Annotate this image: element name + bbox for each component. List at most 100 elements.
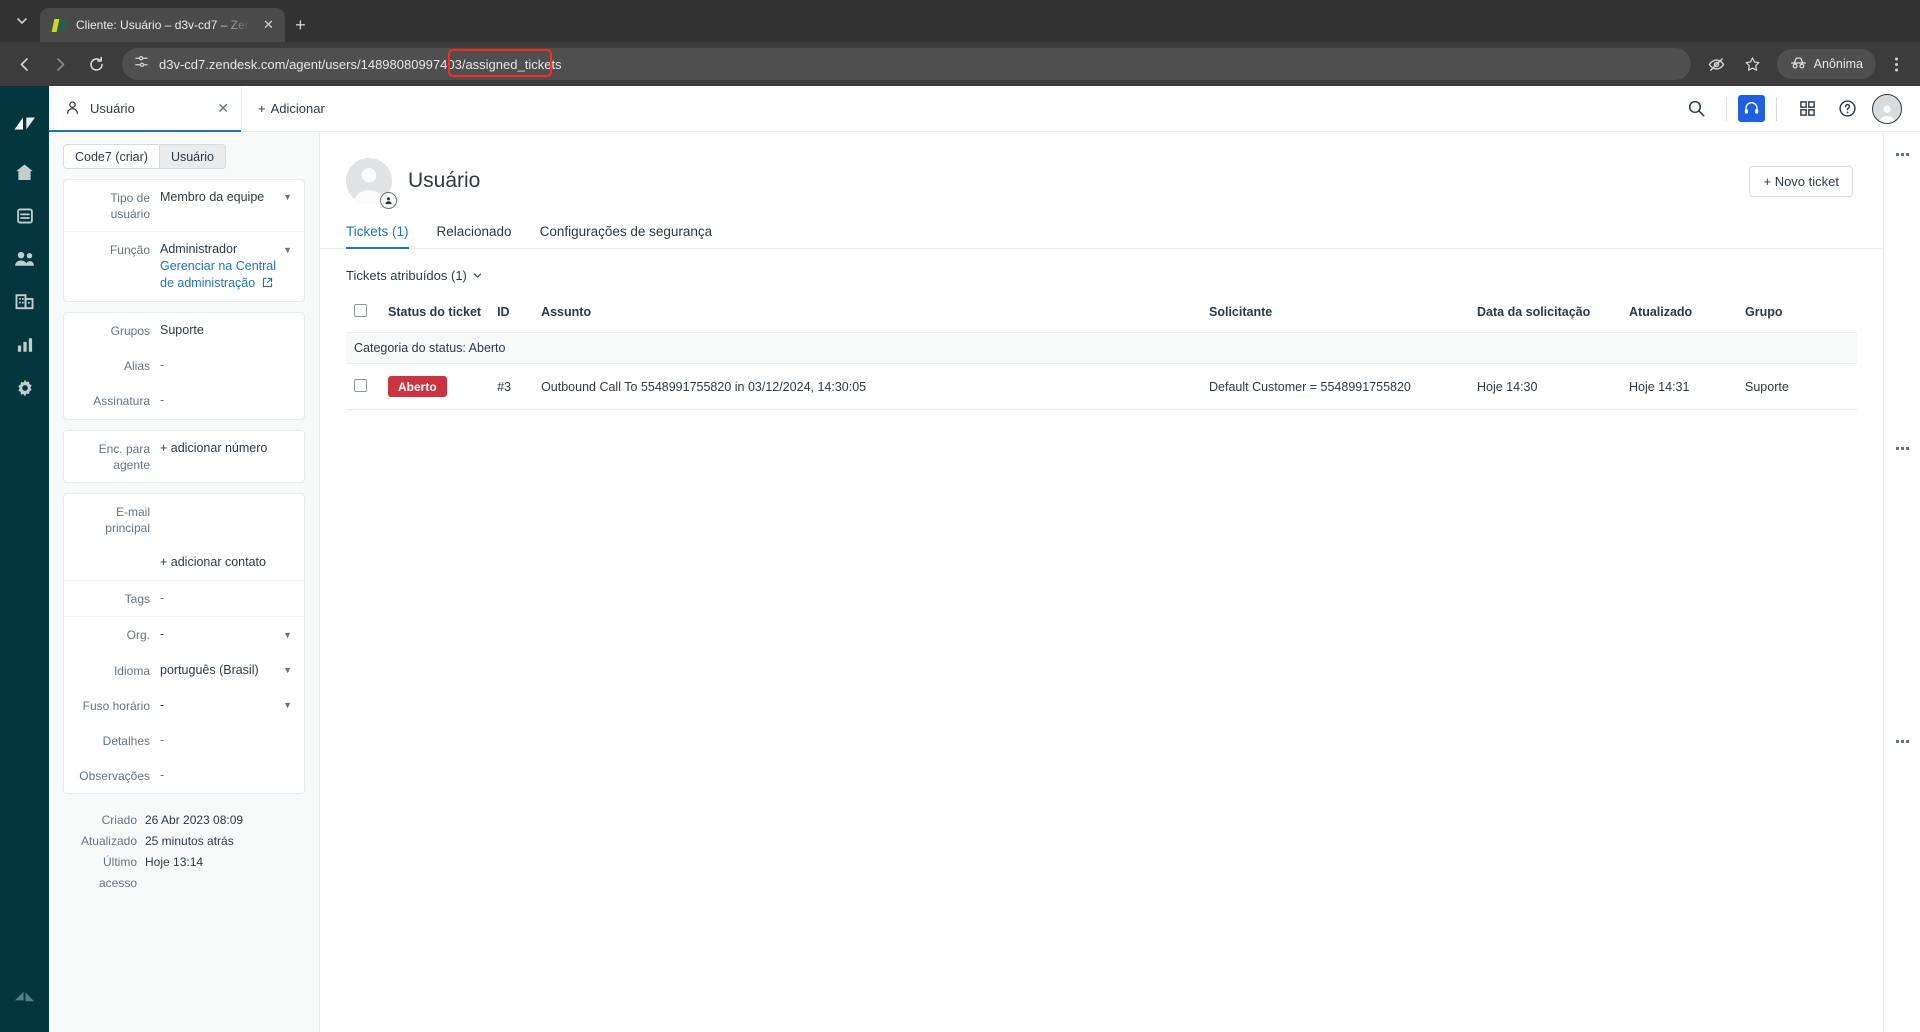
- chevron-down-icon[interactable]: ▼: [283, 699, 292, 711]
- field-tags: Tags -: [64, 580, 304, 616]
- chevron-down-icon[interactable]: ▼: [283, 191, 292, 203]
- field-value-wrap[interactable]: Membro da equipe ▼: [160, 189, 292, 206]
- apps-grid-icon[interactable]: [1788, 90, 1826, 128]
- field-email-principal: E-mail principal: [64, 494, 304, 545]
- column-updated[interactable]: Atualizado: [1621, 297, 1737, 333]
- tab-relacionado[interactable]: Relacionado: [437, 224, 512, 248]
- zendesk-footer-logo-icon[interactable]: [0, 975, 49, 1018]
- field-value[interactable]: -: [160, 732, 292, 749]
- row-checkbox[interactable]: [354, 378, 367, 392]
- divider: [1726, 96, 1727, 121]
- field-value[interactable]: -: [160, 590, 292, 607]
- segment-usuario[interactable]: Usuário: [159, 144, 227, 169]
- help-icon[interactable]: [1828, 90, 1866, 128]
- table-row[interactable]: Aberto #3 Outbound Call To 5548991755820…: [346, 363, 1857, 410]
- reload-icon[interactable]: [80, 48, 112, 80]
- field-label: Função: [109, 243, 150, 258]
- column-id[interactable]: ID: [489, 297, 534, 333]
- zendesk-logo-icon[interactable]: [0, 102, 49, 145]
- column-group[interactable]: Grupo: [1737, 297, 1857, 333]
- tab-tickets[interactable]: Tickets (1): [346, 224, 409, 249]
- field-label: Idioma: [113, 663, 150, 678]
- avatar[interactable]: [346, 158, 397, 209]
- field-value-wrap[interactable]: - ▼: [160, 697, 292, 714]
- meta-label: Criado: [101, 813, 137, 828]
- add-tab-label: Adicionar: [270, 101, 325, 116]
- zendesk-app: Usuário ✕ + Adicionar Code7 (criar) Usuá…: [0, 86, 1920, 1032]
- incognito-indicator[interactable]: Anônima: [1776, 49, 1876, 79]
- home-icon[interactable]: [0, 151, 49, 194]
- field-value[interactable]: -: [160, 392, 292, 409]
- column-subject[interactable]: Assunto: [533, 297, 1201, 333]
- search-icon[interactable]: [1677, 90, 1715, 128]
- new-ticket-button[interactable]: + Novo ticket: [1749, 165, 1853, 197]
- chevron-down-icon[interactable]: ▼: [283, 244, 292, 256]
- views-icon[interactable]: [0, 194, 49, 237]
- cell-status: Aberto: [380, 363, 490, 410]
- assigned-tickets-dropdown[interactable]: Tickets atribuídos (1): [346, 249, 1857, 297]
- field-label: Observações: [79, 769, 150, 784]
- bookmark-star-icon[interactable]: [1737, 48, 1769, 80]
- add-tab-button[interactable]: + Adicionar: [242, 86, 341, 131]
- field-tipo-de-usuario: Tipo de usuário Membro da equipe ▼: [64, 180, 304, 231]
- organizations-icon[interactable]: [0, 280, 49, 323]
- panel-segment-control: Code7 (criar) Usuário: [49, 132, 319, 179]
- url-text: d3v-cd7.zendesk.com/agent/users/14898080…: [159, 56, 562, 72]
- avatar[interactable]: [1868, 90, 1906, 128]
- field-value[interactable]: -: [160, 357, 292, 374]
- address-bar[interactable]: d3v-cd7.zendesk.com/agent/users/14898080…: [122, 48, 1691, 80]
- field-label: Org.: [126, 628, 150, 643]
- apps-grid-icon[interactable]: [1895, 153, 1909, 1032]
- meta-label: Último acesso: [98, 855, 137, 891]
- incognito-hat-icon: [1790, 56, 1807, 73]
- chevron-down-icon[interactable]: ▼: [283, 629, 292, 641]
- add-contact-row: + adicionar contato: [64, 545, 304, 580]
- field-value: -: [160, 627, 165, 642]
- content-area: Code7 (criar) Usuário Tipo de usuário Me…: [49, 132, 1920, 1032]
- chevron-down-icon[interactable]: ▼: [283, 664, 292, 676]
- meta-criado: Criado 26 Abr 2023 08:09: [63, 810, 305, 831]
- user-type-card: Tipo de usuário Membro da equipe ▼ Funçã…: [63, 179, 305, 302]
- forward-icon[interactable]: [44, 48, 76, 80]
- customers-icon[interactable]: [0, 237, 49, 280]
- chevron-down-icon[interactable]: [473, 268, 482, 283]
- add-number-button[interactable]: + adicionar número: [160, 440, 292, 457]
- browser-tabstrip: Cliente: Usuário – d3v-cd7 – Zen ✕ +: [0, 0, 1920, 42]
- new-tab-button[interactable]: +: [285, 8, 315, 42]
- field-value-wrap[interactable]: português (Brasil) ▼: [160, 662, 292, 679]
- zendesk-topbar: Usuário ✕ + Adicionar: [49, 86, 1920, 132]
- field-value: Administrador: [160, 242, 238, 257]
- field-observacoes: Observações -: [64, 758, 304, 793]
- field-value[interactable]: -: [160, 767, 292, 784]
- field-funcao: Função Administrador ▼ Gerenciar na Cent…: [64, 231, 304, 301]
- browser-tab[interactable]: Cliente: Usuário – d3v-cd7 – Zen ✕: [40, 8, 286, 42]
- back-icon[interactable]: [8, 48, 40, 80]
- external-link-icon[interactable]: [259, 276, 273, 290]
- tracking-protection-icon[interactable]: [1701, 48, 1733, 80]
- field-label: Grupos: [110, 324, 150, 338]
- admin-gear-icon[interactable]: [0, 366, 49, 409]
- tickets-list: Tickets atribuídos (1) Status do ticket …: [320, 249, 1883, 410]
- main-column: Usuário + Novo ticket Tickets (1) Relaci…: [320, 132, 1883, 1032]
- open-tab-usuario[interactable]: Usuário ✕: [49, 86, 242, 132]
- column-status[interactable]: Status do ticket: [380, 297, 490, 333]
- tab-configuracoes-de-seguranca[interactable]: Configurações de segurança: [540, 224, 713, 248]
- column-request-date[interactable]: Data da solicitação: [1469, 297, 1621, 333]
- site-settings-icon[interactable]: [134, 54, 149, 74]
- column-requester[interactable]: Solicitante: [1201, 297, 1469, 333]
- close-icon[interactable]: ✕: [217, 100, 229, 117]
- field-value: Membro da equipe: [160, 190, 265, 204]
- tab-search-caret-icon[interactable]: [4, 0, 40, 42]
- select-all-checkbox[interactable]: [354, 304, 367, 317]
- reporting-icon[interactable]: [0, 323, 49, 366]
- talk-headset-icon[interactable]: [1738, 95, 1765, 122]
- user-icon: [65, 100, 80, 118]
- close-icon[interactable]: ✕: [259, 16, 277, 34]
- field-value-wrap[interactable]: - ▼: [160, 626, 292, 643]
- cell-subject[interactable]: Outbound Call To 5548991755820 in 03/12/…: [533, 363, 1201, 410]
- browser-menu-icon[interactable]: [1880, 48, 1912, 80]
- segment-code7-criar[interactable]: Code7 (criar): [63, 144, 160, 169]
- field-alias: Alias -: [64, 348, 304, 383]
- topbar-actions: [1677, 86, 1920, 131]
- add-contact-button[interactable]: + adicionar contato: [160, 554, 292, 571]
